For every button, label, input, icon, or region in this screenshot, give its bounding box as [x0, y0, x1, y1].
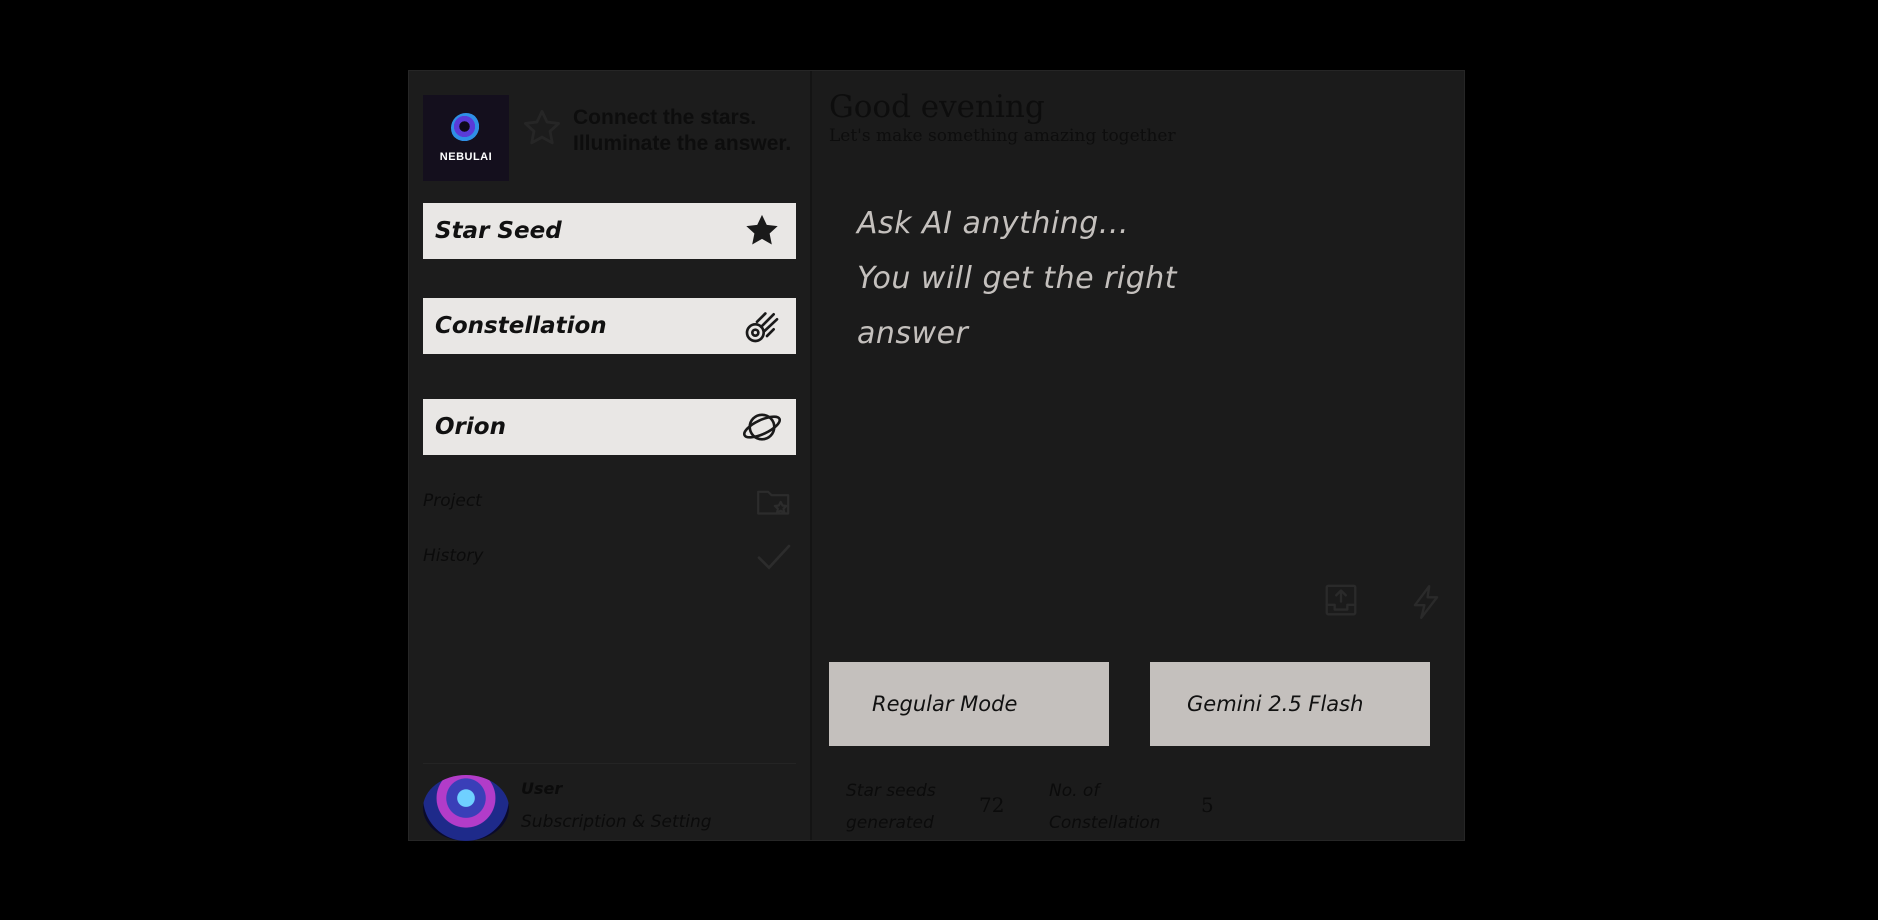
- nav-constellation-label: Constellation: [435, 313, 607, 339]
- link-project-label: Project: [423, 491, 482, 511]
- star-outline-icon: [521, 107, 563, 153]
- star-icon: [740, 209, 784, 253]
- nebula-swirl-icon: [451, 113, 481, 143]
- star-seeds-value: 72: [979, 793, 1005, 817]
- prompt-line-1: Ask AI anything...: [857, 206, 1129, 241]
- link-history-label: History: [423, 546, 484, 566]
- constellation-count-label-line-2: Constellation: [1049, 813, 1161, 833]
- star-seeds-label: Star seeds generated: [846, 775, 936, 839]
- nav-orion-button[interactable]: Orion: [423, 399, 796, 455]
- sidebar-divider: [423, 763, 796, 764]
- user-avatar[interactable]: [423, 775, 509, 841]
- prompt-line-3: answer: [857, 316, 969, 351]
- constellation-count-label: No. of Constellation: [1049, 775, 1160, 839]
- nav-constellation-button[interactable]: Constellation: [423, 298, 796, 354]
- nav-star-seed-button[interactable]: Star Seed: [423, 203, 796, 259]
- tagline-line-2: Illuminate the answer.: [573, 132, 792, 155]
- greeting-subtitle: Let's make something amazing together: [829, 126, 1176, 146]
- tagline: Connect the stars. Illuminate the answer…: [573, 105, 791, 157]
- nav-orion-label: Orion: [435, 414, 506, 440]
- regular-mode-button[interactable]: Regular Mode: [829, 662, 1109, 746]
- constellation-count-label-line-1: No. of: [1049, 781, 1100, 801]
- planet-icon: [740, 405, 784, 449]
- nav-star-seed-label: Star Seed: [435, 218, 562, 244]
- logo-text: NEBULAI: [439, 151, 493, 163]
- upload-icon[interactable]: [1322, 581, 1360, 623]
- check-icon: [752, 534, 796, 578]
- star-seeds-label-line-2: generated: [846, 813, 934, 833]
- link-history[interactable]: History: [423, 534, 796, 578]
- nebulai-logo[interactable]: NEBULAI: [423, 95, 509, 181]
- meteor-icon: [740, 304, 784, 348]
- prompt-placeholder: Ask AI anything... You will get the righ…: [857, 196, 1237, 361]
- prompt-line-2: You will get the right: [857, 261, 1178, 296]
- star-seeds-label-line-1: Star seeds: [846, 781, 936, 801]
- user-name: User: [521, 779, 563, 798]
- greeting-title: Good evening: [829, 89, 1045, 125]
- link-project[interactable]: Project: [423, 479, 796, 523]
- subscription-setting-link[interactable]: Subscription & Setting: [521, 812, 712, 832]
- sidebar: NEBULAI Connect the stars. Illuminate th…: [409, 71, 812, 841]
- tagline-line-1: Connect the stars.: [573, 106, 757, 129]
- lightning-icon[interactable]: [1407, 581, 1445, 627]
- folder-star-icon: [752, 479, 796, 523]
- main-panel: Good evening Let's make something amazin…: [814, 71, 1464, 840]
- model-select-button[interactable]: Gemini 2.5 Flash: [1150, 662, 1430, 746]
- constellation-count-value: 5: [1201, 793, 1214, 817]
- app-window: NEBULAI Connect the stars. Illuminate th…: [408, 70, 1465, 841]
